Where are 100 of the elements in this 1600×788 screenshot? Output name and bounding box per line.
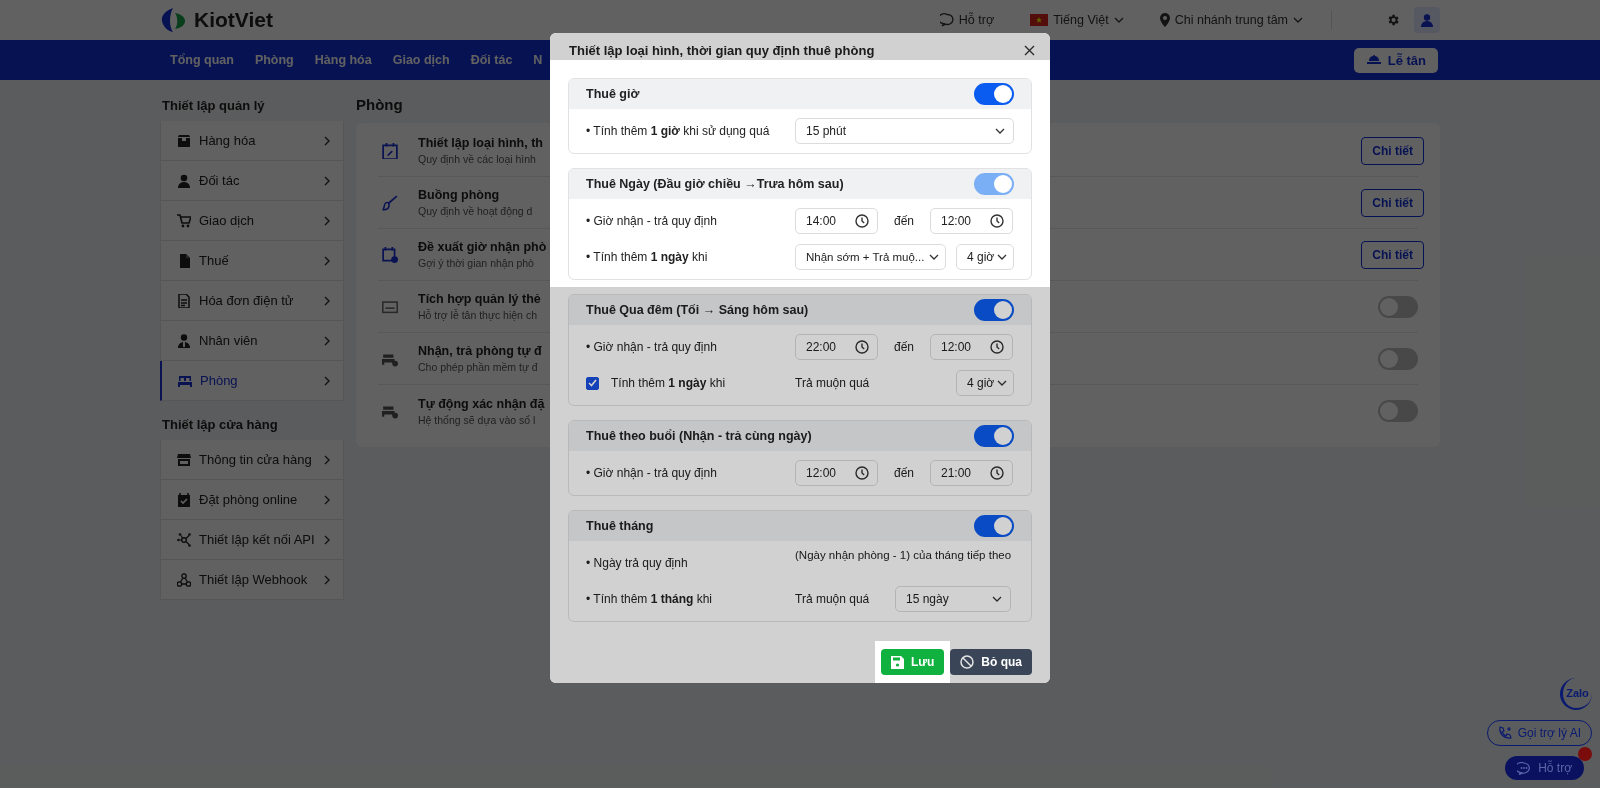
chevron-right-icon bbox=[323, 454, 331, 465]
sidebar-item[interactable]: Đặt phòng online bbox=[160, 480, 344, 520]
time-input[interactable]: 12:00 bbox=[795, 460, 878, 486]
toggle-switch[interactable] bbox=[1378, 347, 1418, 370]
branch-selector[interactable]: Chi nhánh trung tâm bbox=[1159, 13, 1303, 27]
card-reader-icon bbox=[382, 298, 398, 315]
sidebar-item[interactable]: Thiết lập Webhook bbox=[160, 560, 344, 600]
chevron-right-icon bbox=[323, 574, 331, 585]
setting-title: Buồng phòng bbox=[418, 188, 501, 202]
sidebar-item[interactable]: Thiết lập kết nối API bbox=[160, 520, 344, 560]
time-input[interactable]: 12:00 bbox=[930, 208, 1013, 234]
sidebar-item[interactable]: Hóa đơn điện tử bbox=[160, 281, 344, 321]
clock-icon bbox=[855, 214, 869, 228]
close-icon bbox=[1024, 45, 1035, 56]
section-title: Thuê theo buổi (Nhận - trả cùng ngày) bbox=[586, 429, 812, 443]
setting-title: Đề xuất giờ nhận phò bbox=[418, 240, 547, 254]
cancel-button[interactable]: Bỏ qua bbox=[950, 649, 1032, 675]
bed-icon bbox=[178, 373, 192, 388]
settings-button[interactable] bbox=[1386, 13, 1400, 27]
logo-text: KiotViet bbox=[194, 8, 273, 32]
language-selector[interactable]: Tiếng Việt bbox=[1030, 13, 1124, 27]
nav-item[interactable]: Giao dịch bbox=[392, 49, 450, 71]
dropdown[interactable]: 4 giờ bbox=[956, 244, 1014, 270]
sidebar-item[interactable]: Hàng hóa bbox=[160, 121, 344, 161]
toggle-switch[interactable] bbox=[1378, 295, 1418, 318]
phone-icon bbox=[1497, 726, 1512, 740]
sidebar-item[interactable]: Thuế bbox=[160, 241, 344, 281]
chevron-right-icon bbox=[323, 335, 331, 346]
person-icon bbox=[1421, 13, 1433, 27]
dropdown[interactable]: Nhận sớm + Trả muộ... bbox=[795, 244, 946, 270]
user-avatar[interactable] bbox=[1414, 7, 1440, 33]
caret-icon bbox=[1293, 17, 1303, 23]
toggle-switch[interactable] bbox=[1378, 400, 1418, 422]
range-separator: đến bbox=[893, 214, 915, 228]
bell-icon bbox=[1365, 54, 1382, 66]
nav-item[interactable]: Hàng hóa bbox=[314, 49, 372, 71]
webhook-icon bbox=[177, 572, 191, 587]
time-input[interactable]: 21:00 bbox=[930, 460, 1013, 486]
field-label: • Giờ nhận - trả quy định bbox=[586, 466, 718, 480]
chevron-right-icon bbox=[323, 255, 331, 266]
setting-title: Tích hợp quản lý thẻ bbox=[418, 292, 541, 306]
reception-button[interactable]: Lễ tân bbox=[1353, 47, 1438, 73]
rule-text: (Ngày nhận phòng - 1) của tháng tiếp theo bbox=[795, 548, 1012, 561]
detail-button[interactable]: Chi tiết bbox=[1361, 136, 1424, 165]
calendar-edit-icon bbox=[382, 142, 398, 159]
dropdown[interactable]: 4 giờ bbox=[956, 370, 1014, 396]
toggle-switch[interactable] bbox=[974, 299, 1014, 321]
document-icon bbox=[177, 293, 191, 308]
chevron-right-icon bbox=[323, 215, 331, 226]
time-input[interactable]: 22:00 bbox=[795, 334, 878, 360]
field-label: • Tính thêm 1 giờ khi sử dụng quá bbox=[586, 124, 771, 138]
save-button[interactable]: Lưu bbox=[880, 649, 945, 675]
section-title: Thuê Ngày (Đầu giờ chiều →Trưa hôm sau) bbox=[586, 177, 844, 191]
caret-icon bbox=[997, 380, 1007, 386]
calendar-clock-icon bbox=[382, 246, 398, 263]
zalo-badge[interactable]: Zalo bbox=[1560, 678, 1592, 710]
setting-description: Quy định về hoạt động d bbox=[418, 205, 533, 217]
sidebar-item[interactable]: Phòng bbox=[160, 361, 344, 401]
setting-title: Thiết lập loại hình, th bbox=[418, 136, 543, 150]
dropdown[interactable]: 15 ngày bbox=[895, 586, 1011, 612]
flag-icon bbox=[1030, 14, 1049, 26]
nav-item[interactable]: N bbox=[533, 49, 543, 71]
field-label: • Tính thêm 1 tháng khi bbox=[586, 592, 714, 606]
condition-text: Trả muộn quá bbox=[795, 376, 871, 390]
detail-button[interactable]: Chi tiết bbox=[1361, 240, 1424, 269]
checkbox[interactable] bbox=[586, 376, 599, 390]
chat-icon bbox=[1517, 761, 1532, 775]
employee-icon bbox=[177, 333, 191, 348]
setting-description: Cho phép phần mềm tự đ bbox=[418, 361, 539, 373]
toggle-switch[interactable] bbox=[974, 515, 1014, 537]
brush-icon bbox=[382, 194, 398, 211]
support-link[interactable]: Hỗ trợ bbox=[939, 13, 995, 27]
nav-item[interactable]: Tổng quan bbox=[170, 49, 234, 71]
section-heading: Thiết lập quản lý bbox=[161, 97, 266, 115]
caret-icon bbox=[992, 596, 1002, 602]
section-heading: Thiết lập cửa hàng bbox=[161, 416, 279, 434]
dropdown[interactable]: 15 phút bbox=[795, 118, 1014, 144]
chat-icon bbox=[939, 13, 954, 27]
support-button[interactable]: Hỗ trợ bbox=[1505, 756, 1584, 780]
time-input[interactable]: 14:00 bbox=[795, 208, 878, 234]
sidebar-item[interactable]: Nhân viên bbox=[160, 321, 344, 361]
toggle-switch[interactable] bbox=[974, 425, 1014, 447]
section-title: Thuê tháng bbox=[586, 519, 654, 533]
section-title: Thuê giờ bbox=[586, 87, 640, 101]
time-input[interactable]: 12:00 bbox=[930, 334, 1013, 360]
sidebar-item[interactable]: Giao dịch bbox=[160, 201, 344, 241]
caret-icon bbox=[995, 128, 1005, 134]
modal-title: Thiết lập loại hình, thời gian quy định thuê phòng bbox=[569, 43, 875, 60]
nav-item[interactable]: Phòng bbox=[254, 49, 294, 71]
setting-description: Quy định về các loại hình bbox=[418, 153, 537, 165]
range-separator: đến bbox=[893, 340, 915, 354]
toggle-switch[interactable] bbox=[974, 83, 1014, 105]
nav-item[interactable]: Đối tác bbox=[470, 49, 513, 71]
sidebar-item[interactable]: Đối tác bbox=[160, 161, 344, 201]
clock-icon bbox=[855, 340, 869, 354]
sidebar-item[interactable]: Thông tin cửa hàng bbox=[160, 440, 344, 480]
detail-button[interactable]: Chi tiết bbox=[1361, 188, 1424, 217]
condition-text: Trả muộn quá bbox=[795, 592, 871, 606]
caret-icon bbox=[1113, 17, 1124, 23]
caret-icon bbox=[997, 254, 1007, 260]
